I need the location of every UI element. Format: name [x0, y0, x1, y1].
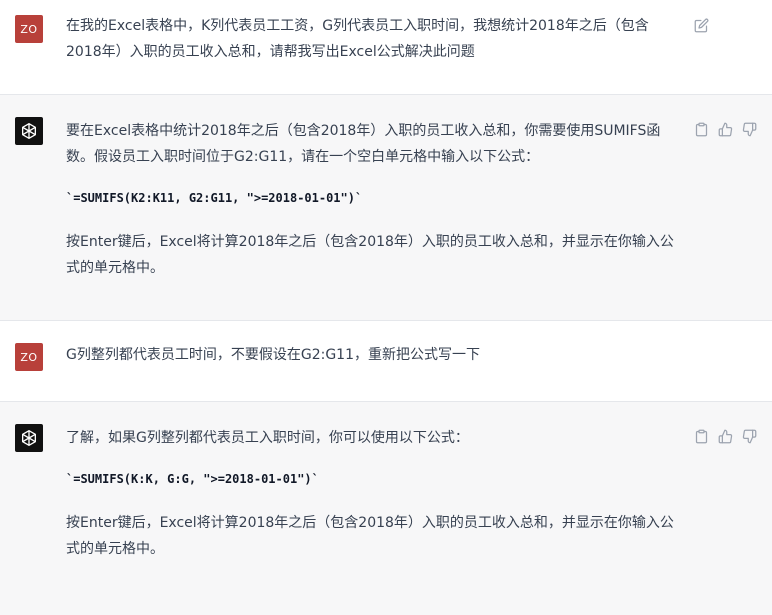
message-actions: [693, 121, 758, 138]
message-paragraph: 了解，如果G列整列都代表员工入职时间，你可以使用以下公式：: [66, 430, 469, 446]
message-paragraph: 按Enter键后，Excel将计算2018年之后（包含2018年）入职的员工收入…: [66, 234, 674, 276]
message-actions: [693, 17, 710, 34]
openai-logo-icon: [22, 123, 36, 139]
copy-icon[interactable]: [693, 428, 710, 445]
user-avatar-initials: ZO: [20, 350, 38, 364]
message-text: G列整列都代表员工时间，不要假设在G2:G11，重新把公式写一下: [66, 342, 674, 368]
user-avatar: ZO: [15, 343, 43, 371]
thumbs-down-icon[interactable]: [741, 428, 758, 445]
message-paragraph: 要在Excel表格中统计2018年之后（包含2018年）入职的员工收入总和，你需…: [66, 123, 661, 165]
assistant-message: 要在Excel表格中统计2018年之后（包含2018年）入职的员工收入总和，你需…: [0, 94, 772, 321]
user-avatar: ZO: [15, 15, 43, 43]
assistant-message: 了解，如果G列整列都代表员工入职时间，你可以使用以下公式： `=SUMIFS(K…: [0, 401, 772, 615]
openai-logo-icon: [22, 430, 36, 446]
formula-code: `=SUMIFS(K2:K11, G2:G11, ">=2018-01-01")…: [66, 191, 363, 205]
message-text: 了解，如果G列整列都代表员工入职时间，你可以使用以下公式： `=SUMIFS(K…: [66, 425, 674, 562]
assistant-avatar: [15, 117, 43, 145]
thumbs-up-icon[interactable]: [717, 428, 734, 445]
message-paragraph: G列整列都代表员工时间，不要假设在G2:G11，重新把公式写一下: [66, 347, 480, 363]
message-text: 在我的Excel表格中，K列代表员工工资，G列代表员工入职时间，我想统计2018…: [66, 13, 674, 65]
message-paragraph: 在我的Excel表格中，K列代表员工工资，G列代表员工入职时间，我想统计2018…: [66, 18, 649, 60]
message-text: 要在Excel表格中统计2018年之后（包含2018年）入职的员工收入总和，你需…: [66, 118, 674, 281]
chat-thread: ZO 在我的Excel表格中，K列代表员工工资，G列代表员工入职时间，我想统计2…: [0, 0, 772, 615]
message-actions: [693, 428, 758, 445]
edit-icon[interactable]: [693, 17, 710, 34]
assistant-avatar: [15, 424, 43, 452]
message-paragraph: 按Enter键后，Excel将计算2018年之后（包含2018年）入职的员工收入…: [66, 515, 674, 557]
thumbs-up-icon[interactable]: [717, 121, 734, 138]
user-message: ZO 在我的Excel表格中，K列代表员工工资，G列代表员工入职时间，我想统计2…: [0, 0, 772, 94]
user-message: ZO G列整列都代表员工时间，不要假设在G2:G11，重新把公式写一下: [0, 321, 772, 401]
formula-code: `=SUMIFS(K:K, G:G, ">=2018-01-01")`: [66, 472, 319, 486]
copy-icon[interactable]: [693, 121, 710, 138]
thumbs-down-icon[interactable]: [741, 121, 758, 138]
user-avatar-initials: ZO: [20, 22, 38, 36]
